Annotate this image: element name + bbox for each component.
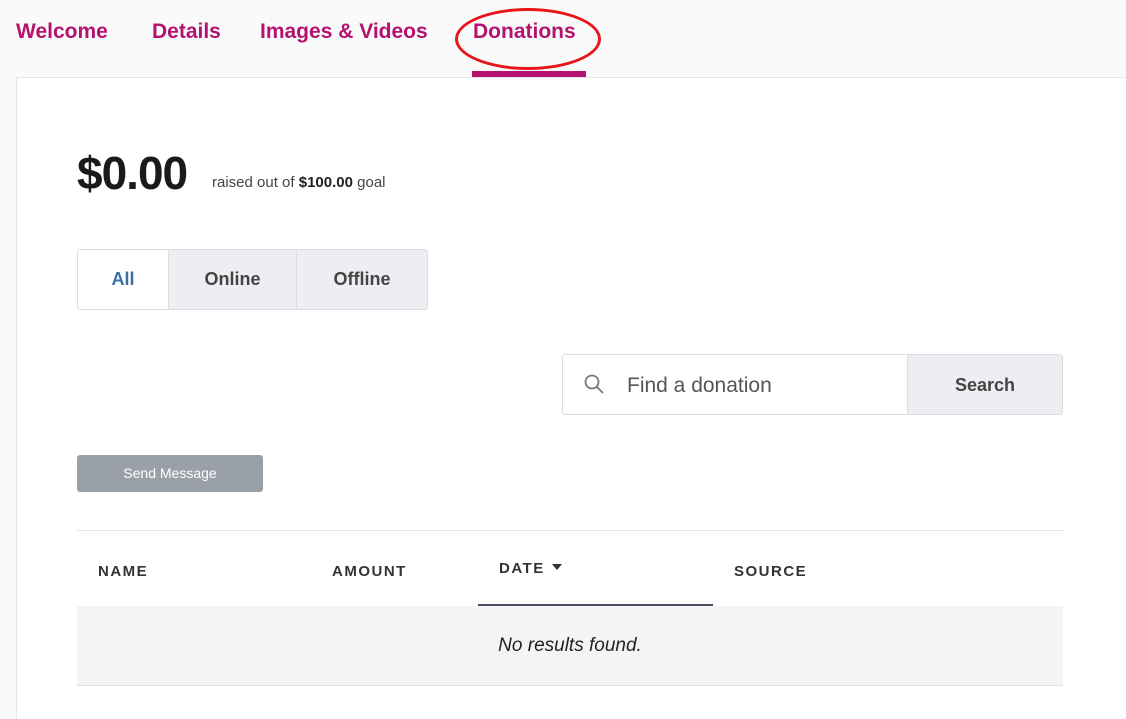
raised-prefix: raised out of <box>212 174 295 191</box>
raised-suffix: goal <box>357 174 386 191</box>
sort-descending-icon <box>551 564 562 571</box>
goal-summary: raised out of $100.00 goal <box>212 174 386 191</box>
empty-table-message: No results found. <box>77 606 1063 686</box>
column-header-date-label: DATE <box>499 560 545 577</box>
search-icon <box>584 374 604 394</box>
search-input[interactable] <box>625 365 899 407</box>
filter-all-button[interactable]: All <box>78 250 168 309</box>
send-message-button[interactable]: Send Message <box>77 455 263 492</box>
search-button[interactable]: Search <box>907 354 1063 415</box>
column-header-source[interactable]: SOURCE <box>734 563 807 580</box>
tab-bar: Welcome Details Images & Videos Donation… <box>0 0 1126 78</box>
goal-amount: $100.00 <box>298 174 353 191</box>
column-header-name[interactable]: NAME <box>98 563 148 580</box>
tab-details[interactable]: Details <box>152 20 221 44</box>
tab-welcome[interactable]: Welcome <box>16 20 108 44</box>
filter-offline-button[interactable]: Offline <box>296 250 427 309</box>
tab-images-videos[interactable]: Images & Videos <box>260 20 428 44</box>
column-header-date[interactable]: DATE <box>499 560 562 577</box>
search-box <box>562 354 908 415</box>
column-header-amount[interactable]: AMOUNT <box>332 563 407 580</box>
filter-online-button[interactable]: Online <box>168 250 296 309</box>
donation-source-filter: All Online Offline <box>77 249 428 310</box>
raised-amount: $0.00 <box>77 147 188 199</box>
table-divider <box>77 530 1063 531</box>
tab-donations[interactable]: Donations <box>473 20 576 44</box>
